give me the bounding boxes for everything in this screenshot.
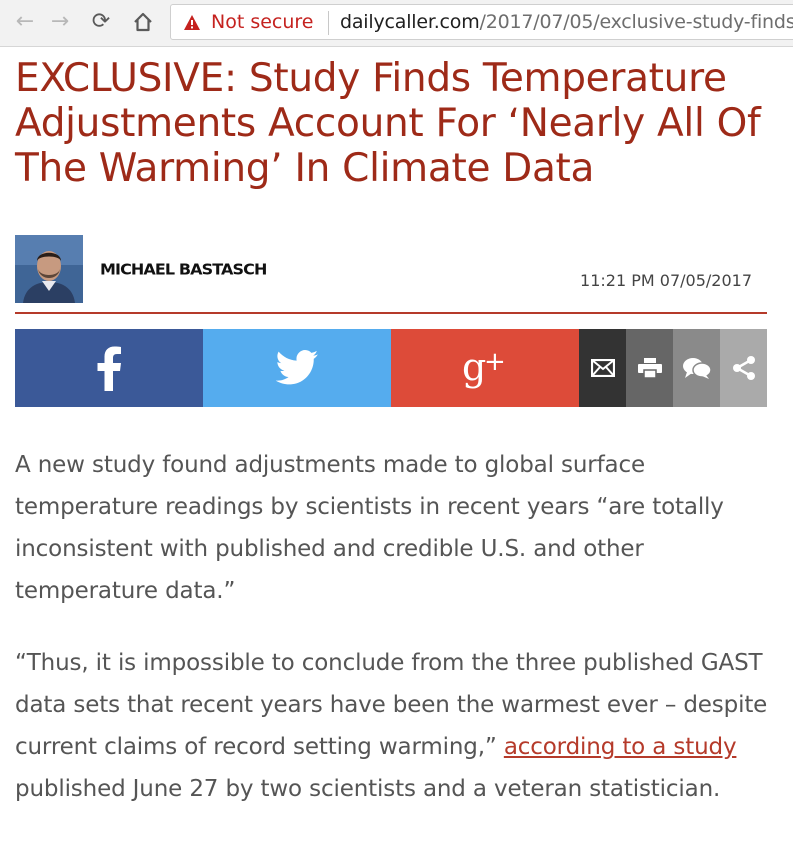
share-more-button[interactable] [720, 329, 767, 407]
byline-divider [15, 312, 767, 314]
publish-timestamp: 11:21 PM 07/05/2017 [580, 271, 752, 290]
browser-toolbar: ← → ⟳ Not secure dailycaller.com/2017/07… [0, 0, 793, 47]
google-plus-icon: g + [462, 346, 506, 389]
author-photo [15, 235, 83, 303]
print-icon [637, 358, 662, 378]
share-email-button[interactable] [579, 329, 626, 407]
svg-text:+: + [484, 347, 506, 377]
share-twitter-button[interactable] [203, 329, 391, 407]
email-icon [590, 359, 615, 377]
print-button[interactable] [626, 329, 673, 407]
home-icon[interactable] [130, 9, 156, 35]
omnibox-divider [328, 11, 329, 35]
reload-icon[interactable]: ⟳ [88, 9, 114, 35]
twitter-icon [275, 350, 318, 385]
comments-icon [682, 358, 712, 379]
author-avatar[interactable] [15, 235, 83, 303]
article-title: EXCLUSIVE: Study Finds Temperature Adjus… [15, 56, 761, 191]
article-paragraph-1: A new study found adjustments made to gl… [15, 452, 724, 604]
url-host: dailycaller.com [340, 11, 480, 33]
svg-text:g: g [462, 346, 486, 389]
paragraph-2-text-end: published June 27 by two scientists and … [15, 776, 721, 802]
forward-arrow-icon[interactable]: → [47, 9, 73, 35]
address-bar[interactable]: Not secure dailycaller.com/2017/07/05/ex… [170, 4, 793, 40]
share-icon [732, 356, 755, 380]
back-arrow-icon[interactable]: ← [12, 9, 38, 35]
url-path: /2017/07/05/exclusive-study-finds [479, 11, 793, 33]
url-text[interactable]: dailycaller.com/2017/07/05/exclusive-stu… [340, 11, 793, 33]
share-google-plus-button[interactable]: g + [391, 329, 579, 407]
study-link[interactable]: according to a study [504, 734, 737, 760]
facebook-icon [97, 346, 121, 391]
security-status[interactable]: Not secure [211, 11, 314, 33]
share-bar: g + [15, 329, 767, 407]
comments-button[interactable] [673, 329, 720, 407]
author-name[interactable]: MICHAEL BASTASCH [100, 260, 267, 278]
share-facebook-button[interactable] [15, 329, 203, 407]
article-paragraph-2: “Thus, it is impossible to conclude from… [15, 642, 775, 810]
warning-icon [184, 15, 200, 30]
